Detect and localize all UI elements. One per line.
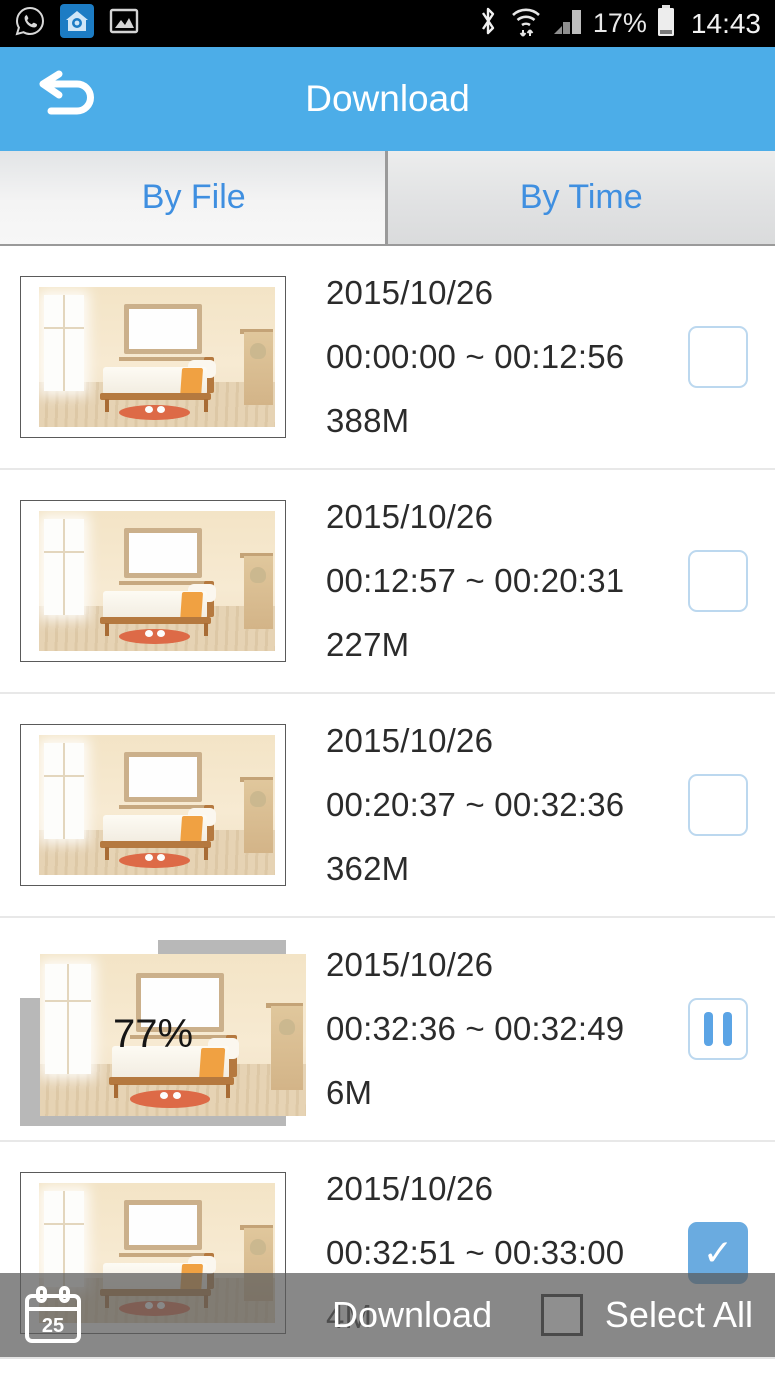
select-all-control[interactable]: Select All xyxy=(540,1294,753,1336)
select-all-label: Select All xyxy=(604,1294,753,1335)
download-progress-label: 77% xyxy=(112,1012,194,1056)
row-thumbnail-wrap xyxy=(20,276,286,438)
video-thumbnail[interactable] xyxy=(20,724,286,886)
select-all-checkbox[interactable] xyxy=(540,1294,583,1336)
row-meta: 2015/10/26 00:20:37 ~ 00:32:36 362M xyxy=(326,722,624,888)
app-root: 17% 14:43 Download By File By Time 2015/… xyxy=(0,0,775,1377)
page-title: Download xyxy=(305,78,470,119)
battery-percent-label: 17% xyxy=(592,8,647,38)
download-list: 2015/10/26 00:00:00 ~ 00:12:56 388M 2015… xyxy=(0,246,775,1366)
gallery-icon xyxy=(108,5,140,42)
checkbox-empty-icon[interactable] xyxy=(688,774,748,836)
row-meta: 2015/10/26 00:12:57 ~ 00:20:31 227M xyxy=(326,498,624,664)
row-meta: 2015/10/26 00:00:00 ~ 00:12:56 388M xyxy=(326,274,624,440)
bottom-toolbar: 25 Download Select All xyxy=(0,1273,775,1357)
battery-icon xyxy=(656,4,676,43)
row-action xyxy=(688,550,748,612)
signal-icon xyxy=(552,6,584,41)
bottom-edge-strip xyxy=(0,1357,775,1377)
calendar-button[interactable]: 25 xyxy=(22,1284,84,1346)
row-size: 227M xyxy=(326,626,410,663)
row-thumbnail-wrap: 77% xyxy=(20,940,306,1126)
row-date: 2015/10/26 xyxy=(326,498,494,535)
tab-by-time[interactable]: By Time xyxy=(387,151,775,244)
back-button[interactable] xyxy=(28,68,102,130)
row-date: 2015/10/26 xyxy=(326,946,494,983)
home-camera-icon xyxy=(60,4,94,43)
row-thumbnail-wrap xyxy=(20,500,286,662)
row-date: 2015/10/26 xyxy=(326,1170,494,1207)
calendar-icon: 25 xyxy=(25,1286,81,1343)
row-meta: 2015/10/26 00:32:36 ~ 00:32:49 6M xyxy=(326,946,624,1112)
status-bar-right-icons: 17% 14:43 xyxy=(476,4,761,43)
table-row[interactable]: 77% 2015/10/26 00:32:36 ~ 00:32:49 6M xyxy=(0,918,775,1142)
tab-by-time-label: By Time xyxy=(519,178,643,216)
whatsapp-icon xyxy=(14,5,46,42)
checkbox-empty-icon[interactable] xyxy=(688,326,748,388)
row-date: 2015/10/26 xyxy=(326,274,494,311)
table-row[interactable]: 2015/10/26 00:12:57 ~ 00:20:31 227M xyxy=(0,470,775,694)
row-time-range: 00:20:37 ~ 00:32:36 xyxy=(326,786,625,823)
tab-bar: By File By Time xyxy=(0,151,775,246)
tab-by-file[interactable]: By File xyxy=(0,151,388,244)
row-date: 2015/10/26 xyxy=(326,722,494,759)
row-time-range: 00:32:51 ~ 00:33:00 xyxy=(326,1234,625,1271)
table-row[interactable]: 2015/10/26 00:00:00 ~ 00:12:56 388M xyxy=(0,246,775,470)
row-time-range: 00:32:36 ~ 00:32:49 xyxy=(326,1010,625,1047)
back-arrow-icon xyxy=(29,67,101,132)
row-action xyxy=(688,998,748,1060)
video-thumbnail[interactable] xyxy=(20,500,286,662)
wifi-icon xyxy=(509,4,543,43)
row-size: 388M xyxy=(326,402,410,439)
row-time-range: 00:00:00 ~ 00:12:56 xyxy=(326,338,625,375)
row-size: 6M xyxy=(326,1074,373,1111)
pause-button[interactable] xyxy=(688,998,748,1060)
row-size: 362M xyxy=(326,850,410,887)
pause-icon xyxy=(704,1012,732,1046)
row-thumbnail-wrap xyxy=(20,724,286,886)
bluetooth-icon xyxy=(476,4,500,43)
download-button[interactable]: Download xyxy=(332,1294,492,1336)
app-header: Download xyxy=(0,47,775,151)
row-action xyxy=(688,326,748,388)
row-action xyxy=(688,774,748,836)
clock-label: 14:43 xyxy=(690,7,761,39)
table-row[interactable]: 2015/10/26 00:20:37 ~ 00:32:36 362M xyxy=(0,694,775,918)
video-thumbnail[interactable] xyxy=(20,276,286,438)
svg-text:25: 25 xyxy=(42,1315,64,1337)
checkbox-empty-icon[interactable] xyxy=(688,550,748,612)
status-bar-left-icons xyxy=(14,4,140,43)
status-bar: 17% 14:43 xyxy=(0,0,775,47)
tab-by-file-label: By File xyxy=(141,178,246,216)
row-time-range: 00:12:57 ~ 00:20:31 xyxy=(326,562,625,599)
check-mark-icon: ✓ xyxy=(702,1232,734,1273)
